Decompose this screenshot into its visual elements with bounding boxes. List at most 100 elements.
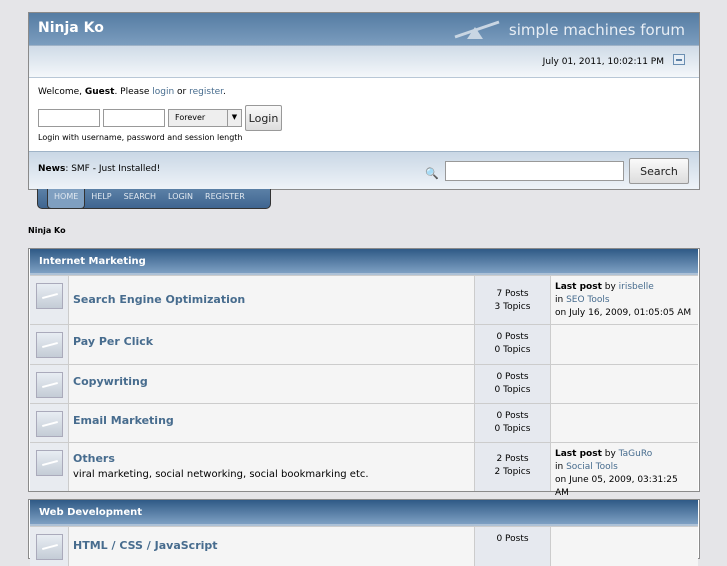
- news-bar: News: SMF - Just Installed! 🔍 Search: [29, 151, 699, 189]
- login-button[interactable]: Login: [245, 105, 282, 131]
- board-icon: [35, 534, 63, 560]
- search-button[interactable]: Search: [629, 158, 689, 184]
- board-icon: [35, 283, 63, 309]
- menu-home[interactable]: HOME: [47, 189, 86, 209]
- guest-name: Guest: [84, 87, 115, 97]
- last-post-author[interactable]: TaGuRo: [619, 449, 653, 459]
- smf-brand: simple machines forum: [508, 21, 685, 39]
- last-post: [551, 325, 698, 364]
- category-internet-marketing: Internet Marketing Search Engine Optimiz…: [28, 248, 700, 498]
- last-post-topic[interactable]: SEO Tools: [566, 295, 610, 305]
- category-web-development: Web Development HTML / CSS / JavaScript …: [28, 499, 700, 566]
- menu-search[interactable]: SEARCH: [118, 189, 162, 208]
- board-icon-cell: [30, 276, 69, 324]
- last-post: Last post by irisbelle in SEO Tools on Jul…: [551, 276, 698, 324]
- board-name-cell: HTML / CSS / JavaScript: [69, 527, 475, 566]
- board-icon: [35, 450, 63, 476]
- period: .: [223, 87, 226, 97]
- last-post: [551, 527, 698, 566]
- board-link[interactable]: Pay Per Click: [73, 335, 153, 348]
- board-description: viral marketing, social networking, soci…: [73, 469, 369, 480]
- board-row: Pay Per Click 0 Posts 0 Topics: [30, 324, 698, 364]
- topics-count: 3 Topics: [494, 302, 531, 312]
- board-row: HTML / CSS / JavaScript 0 Posts: [30, 526, 698, 566]
- last-post: [551, 365, 698, 403]
- news-label: News: [38, 164, 66, 174]
- board-link[interactable]: HTML / CSS / JavaScript: [73, 539, 218, 552]
- last-post: Last post by TaGuRo in Social Tools on Jun…: [551, 443, 698, 498]
- board-stats: 7 Posts 3 Topics: [475, 276, 551, 324]
- breadcrumb[interactable]: Ninja Ko: [28, 226, 66, 235]
- category-title[interactable]: Web Development: [30, 500, 698, 526]
- board-stats: 0 Posts 0 Topics: [475, 325, 551, 364]
- login-link[interactable]: login: [152, 87, 174, 97]
- board-row: Search Engine Optimization 7 Posts 3 Topi…: [30, 275, 698, 324]
- register-link[interactable]: register: [189, 87, 223, 97]
- welcome-text: Welcome, Guest. Please login or register…: [38, 87, 690, 97]
- board-icon-cell: [30, 527, 69, 566]
- search-input[interactable]: [445, 161, 624, 181]
- login-hint: Login with username, password and sessio…: [38, 133, 243, 142]
- date-bar: July 01, 2011, 10:02:11 PM: [29, 45, 699, 77]
- last-post: [551, 404, 698, 442]
- board-icon: [35, 332, 63, 358]
- collapse-icon[interactable]: [673, 54, 685, 65]
- topics-count: 0 Topics: [494, 345, 531, 355]
- posts-count: 2 Posts: [496, 454, 529, 464]
- board-icon-cell: [30, 443, 69, 491]
- main-menu: HOME HELP SEARCH LOGIN REGISTER: [37, 189, 271, 209]
- board-stats: 0 Posts: [475, 527, 551, 566]
- last-post-date: on June 05, 2009, 03:31:25 AM: [555, 475, 678, 498]
- password-input[interactable]: [103, 109, 165, 127]
- menu-register[interactable]: REGISTER: [199, 189, 251, 208]
- board-stats: 2 Posts 2 Topics: [475, 443, 551, 491]
- or-label: or: [174, 87, 190, 97]
- last-post-topic[interactable]: Social Tools: [566, 462, 618, 472]
- current-date: July 01, 2011, 10:02:11 PM: [542, 57, 664, 67]
- board-stats: 0 Posts 0 Topics: [475, 404, 551, 442]
- board-row: Copywriting 0 Posts 0 Topics: [30, 364, 698, 403]
- news-text: News: SMF - Just Installed!: [38, 164, 160, 174]
- board-icon-cell: [30, 365, 69, 403]
- board-name-cell: Search Engine Optimization: [69, 276, 475, 324]
- board-row: Email Marketing 0 Posts 0 Topics: [30, 403, 698, 442]
- board-link[interactable]: Email Marketing: [73, 414, 174, 427]
- board-name-cell: Email Marketing: [69, 404, 475, 442]
- last-post-label: Last post: [555, 449, 602, 459]
- topics-count: 0 Topics: [494, 424, 531, 434]
- smf-logo-icon: [454, 20, 500, 39]
- username-input[interactable]: [38, 109, 100, 127]
- session-length-select[interactable]: Forever ▼: [168, 109, 242, 127]
- category-title[interactable]: Internet Marketing: [30, 249, 698, 275]
- posts-count: 0 Posts: [496, 332, 529, 342]
- board-icon: [35, 411, 63, 437]
- in-label: in: [555, 295, 567, 305]
- forum-header-frame: Ninja Ko simple machines forum July 01, …: [28, 12, 700, 190]
- topics-count: 0 Topics: [494, 385, 531, 395]
- by-label: by: [601, 282, 619, 292]
- board-link[interactable]: Copywriting: [73, 375, 148, 388]
- last-post-label: Last post: [555, 282, 602, 292]
- last-post-author[interactable]: irisbelle: [619, 282, 654, 292]
- please-label: . Please: [114, 87, 153, 97]
- menu-login[interactable]: LOGIN: [162, 189, 199, 208]
- forum-title: Ninja Ko: [38, 20, 104, 36]
- board-link[interactable]: Search Engine Optimization: [73, 293, 245, 306]
- login-panel: Welcome, Guest. Please login or register…: [29, 77, 699, 151]
- board-icon: [35, 372, 63, 398]
- board-stats: 0 Posts 0 Topics: [475, 365, 551, 403]
- board-row: Others viral marketing, social networking…: [30, 442, 698, 498]
- welcome-label: Welcome,: [38, 87, 85, 97]
- board-name-cell: Copywriting: [69, 365, 475, 403]
- board-name-cell: Pay Per Click: [69, 325, 475, 364]
- posts-count: 0 Posts: [496, 534, 529, 544]
- dropdown-arrow-icon: ▼: [227, 110, 241, 126]
- news-content: : SMF - Just Installed!: [65, 164, 161, 174]
- in-label: in: [555, 462, 567, 472]
- board-link[interactable]: Others: [73, 452, 115, 465]
- board-icon-cell: [30, 404, 69, 442]
- title-bar: Ninja Ko simple machines forum: [29, 13, 699, 45]
- posts-count: 7 Posts: [496, 289, 529, 299]
- menu-help[interactable]: HELP: [85, 189, 117, 208]
- board-icon-cell: [30, 325, 69, 364]
